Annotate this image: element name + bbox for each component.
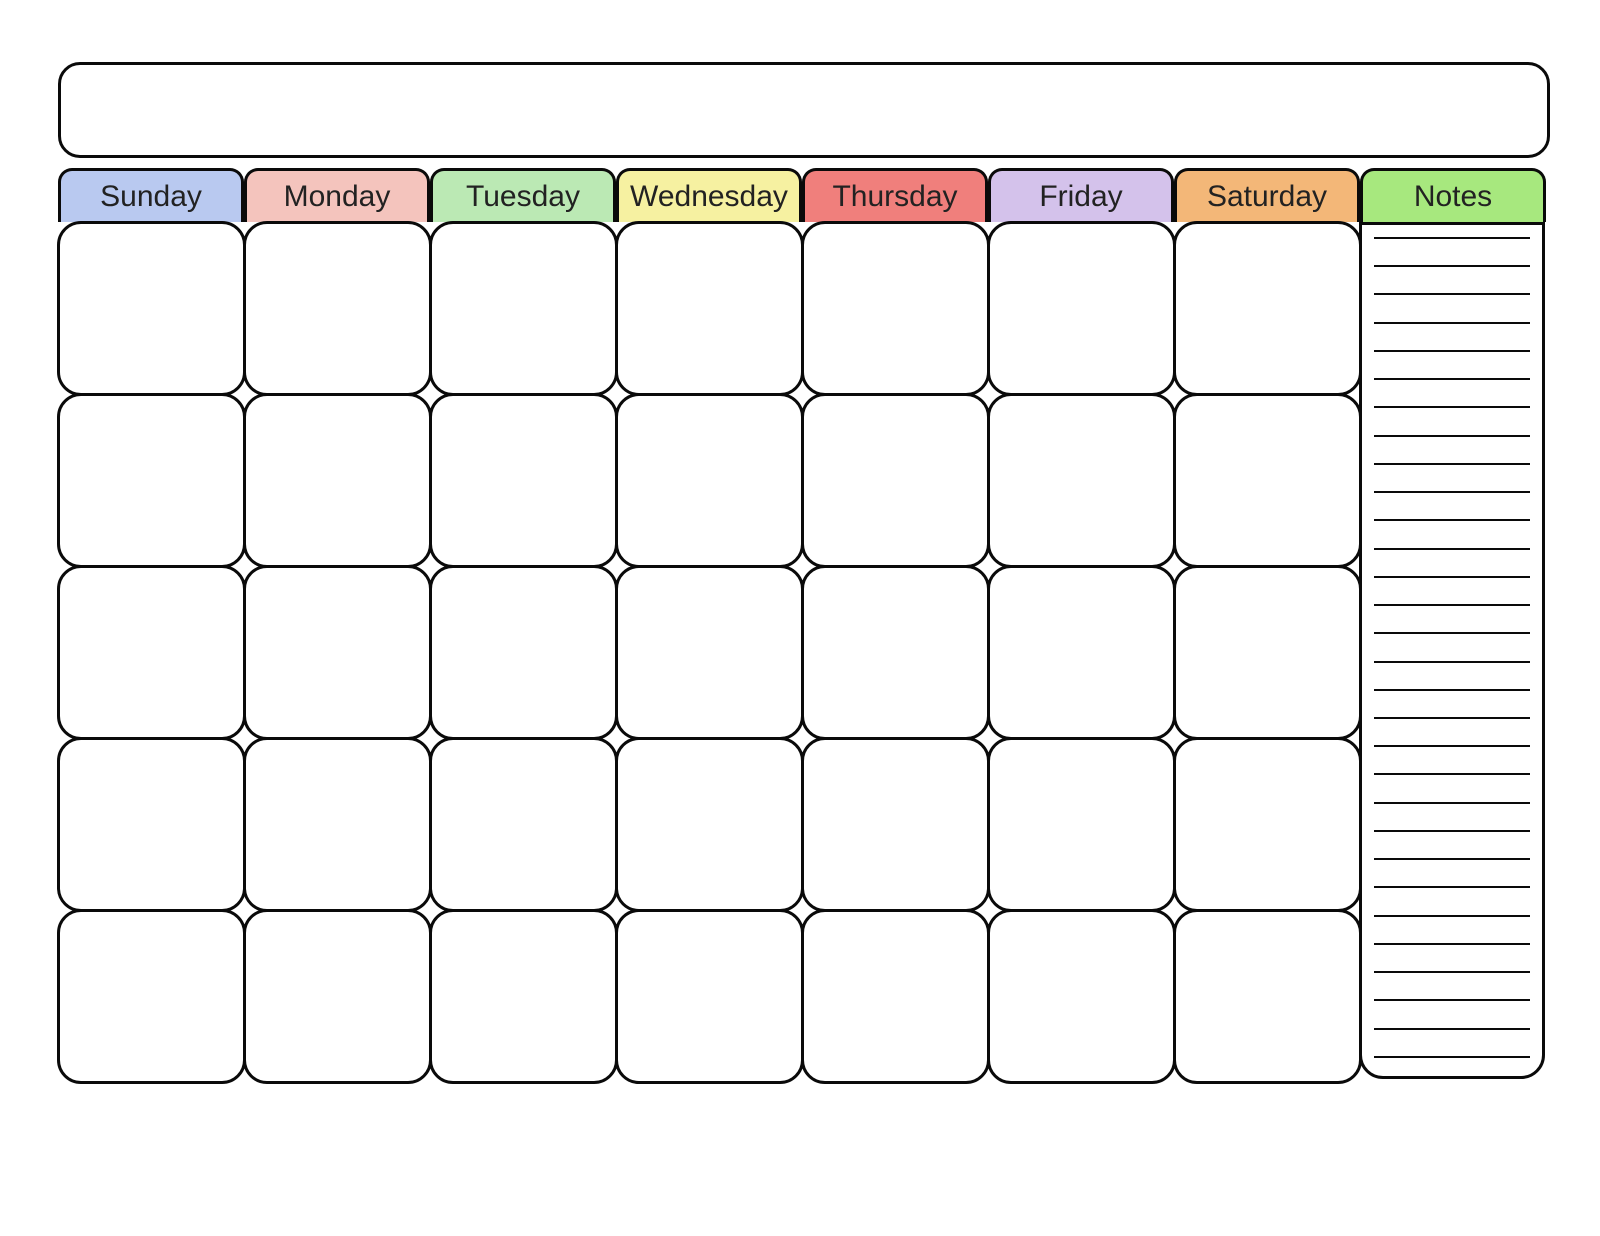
calendar-template: Sunday Monday Tuesday Wednesday Thursday… (0, 0, 1600, 1236)
calendar-cell[interactable] (615, 737, 804, 912)
day-header-saturday: Saturday (1174, 168, 1360, 222)
calendar-cell[interactable] (615, 221, 804, 396)
month-title-box[interactable] (58, 62, 1550, 158)
calendar-cell[interactable] (57, 221, 246, 396)
notes-line (1374, 886, 1530, 888)
notes-line (1374, 548, 1530, 550)
calendar-cell[interactable] (429, 737, 618, 912)
calendar-cell[interactable] (1173, 909, 1362, 1084)
notes-line (1374, 604, 1530, 606)
calendar-grid (58, 222, 1360, 1082)
calendar-cell[interactable] (801, 737, 990, 912)
calendar-cell[interactable] (1173, 393, 1362, 568)
notes-line (1374, 661, 1530, 663)
notes-line (1374, 830, 1530, 832)
notes-line (1374, 463, 1530, 465)
calendar-cell[interactable] (1173, 737, 1362, 912)
calendar-cell[interactable] (429, 565, 618, 740)
day-header-label: Thursday (832, 180, 957, 214)
notes-line (1374, 378, 1530, 380)
calendar-cell[interactable] (243, 393, 432, 568)
calendar-cell[interactable] (987, 909, 1176, 1084)
day-header-tuesday: Tuesday (430, 168, 616, 222)
calendar-body (58, 222, 1550, 1082)
calendar-cell[interactable] (801, 393, 990, 568)
notes-line (1374, 915, 1530, 917)
calendar-cell[interactable] (57, 909, 246, 1084)
calendar-cell[interactable] (801, 221, 990, 396)
notes-line (1374, 435, 1530, 437)
calendar-cell[interactable] (429, 393, 618, 568)
notes-line (1374, 1028, 1530, 1030)
calendar-cell[interactable] (1173, 221, 1362, 396)
calendar-cell[interactable] (57, 737, 246, 912)
notes-line (1374, 519, 1530, 521)
notes-line (1374, 971, 1530, 973)
day-header-label: Wednesday (630, 180, 788, 214)
calendar-cell[interactable] (615, 909, 804, 1084)
calendar-cell[interactable] (429, 221, 618, 396)
day-header-wednesday: Wednesday (616, 168, 802, 222)
calendar-cell[interactable] (987, 393, 1176, 568)
calendar-cell[interactable] (987, 221, 1176, 396)
calendar-cell[interactable] (987, 737, 1176, 912)
notes-line (1374, 237, 1530, 239)
notes-line (1374, 1056, 1530, 1058)
notes-line (1374, 576, 1530, 578)
notes-line (1374, 802, 1530, 804)
notes-line (1374, 943, 1530, 945)
calendar-cell[interactable] (801, 909, 990, 1084)
notes-line (1374, 265, 1530, 267)
day-header-friday: Friday (988, 168, 1174, 222)
calendar-cell[interactable] (1173, 565, 1362, 740)
notes-line (1374, 350, 1530, 352)
calendar-cell[interactable] (801, 565, 990, 740)
calendar-cell[interactable] (615, 565, 804, 740)
notes-column[interactable] (1359, 222, 1545, 1079)
notes-line (1374, 406, 1530, 408)
day-header-label: Monday (284, 180, 391, 214)
calendar-cell[interactable] (243, 737, 432, 912)
notes-header: Notes (1360, 168, 1546, 222)
day-header-thursday: Thursday (802, 168, 988, 222)
calendar-cell[interactable] (243, 565, 432, 740)
day-header-label: Tuesday (466, 180, 580, 214)
notes-line (1374, 773, 1530, 775)
calendar-cell[interactable] (243, 909, 432, 1084)
day-headers-row: Sunday Monday Tuesday Wednesday Thursday… (58, 168, 1550, 222)
notes-line (1374, 491, 1530, 493)
calendar-cell[interactable] (57, 393, 246, 568)
notes-line (1374, 632, 1530, 634)
day-header-label: Friday (1039, 180, 1122, 214)
notes-line (1374, 858, 1530, 860)
calendar-sheet: Sunday Monday Tuesday Wednesday Thursday… (58, 62, 1550, 1082)
notes-line (1374, 322, 1530, 324)
notes-line (1374, 293, 1530, 295)
calendar-cell[interactable] (615, 393, 804, 568)
calendar-cell[interactable] (987, 565, 1176, 740)
day-header-label: Saturday (1207, 180, 1327, 214)
notes-line (1374, 999, 1530, 1001)
day-header-sunday: Sunday (58, 168, 244, 222)
notes-line (1374, 745, 1530, 747)
calendar-cell[interactable] (429, 909, 618, 1084)
notes-line (1374, 689, 1530, 691)
notes-line (1374, 717, 1530, 719)
day-header-label: Sunday (100, 180, 202, 214)
calendar-cell[interactable] (243, 221, 432, 396)
calendar-cell[interactable] (57, 565, 246, 740)
notes-header-label: Notes (1414, 180, 1492, 214)
day-header-monday: Monday (244, 168, 430, 222)
